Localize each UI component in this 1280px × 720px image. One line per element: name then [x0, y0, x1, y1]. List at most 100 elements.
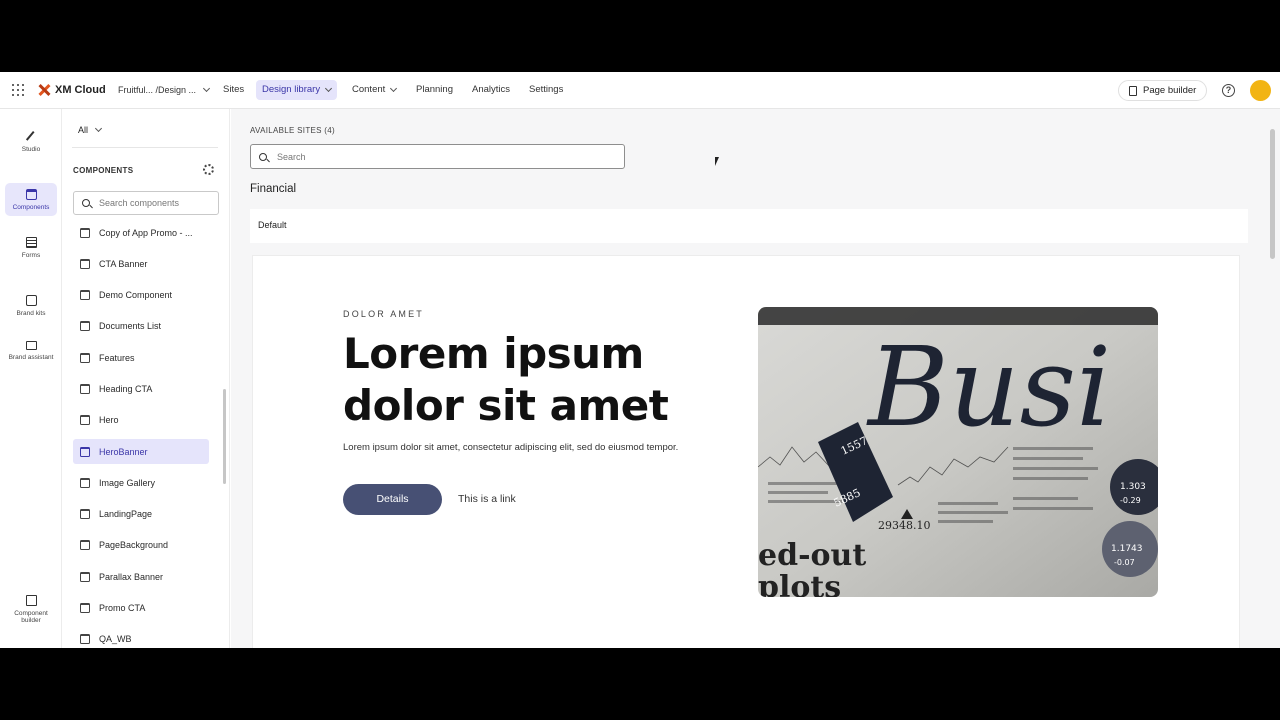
component-icon: [80, 540, 90, 551]
nav-analytics[interactable]: Analytics: [466, 80, 516, 100]
nav-planning[interactable]: Planning: [410, 80, 459, 100]
rail-forms[interactable]: Forms: [5, 237, 57, 259]
nav-settings[interactable]: Settings: [523, 80, 569, 100]
xm-logo-icon: [38, 84, 50, 96]
list-item[interactable]: LandingPage: [73, 502, 209, 527]
main-scrollbar[interactable]: [1270, 129, 1275, 259]
image-coin-1-change: -0.29: [1120, 496, 1141, 505]
briefcase-icon: [25, 295, 37, 306]
image-index: 29348.10: [878, 519, 931, 532]
component-icon: [80, 571, 90, 582]
external-link-icon: [25, 595, 37, 606]
avatar[interactable]: [1250, 80, 1271, 101]
component-icon: [80, 634, 90, 645]
components-panel: All COMPONENTS Search components Copy of…: [62, 109, 230, 648]
components-title: COMPONENTS: [73, 166, 134, 175]
list-item-label: CTA Banner: [99, 258, 148, 269]
list-item-label: Documents List: [99, 321, 162, 332]
image-masthead: Busi: [866, 323, 1111, 451]
app-name: XM Cloud: [55, 84, 106, 96]
list-item-label: Hero: [99, 415, 119, 426]
rail-studio[interactable]: Studio: [5, 131, 57, 153]
app-logo[interactable]: XM Cloud: [38, 84, 106, 96]
search-icon: [82, 199, 90, 207]
image-coin-2: 1.1743: [1111, 544, 1143, 554]
chevron-down-icon: [325, 84, 333, 93]
top-bar: XM Cloud Fruitful... /Design ... Sites D…: [0, 72, 1280, 109]
list-item[interactable]: Parallax Banner: [73, 564, 209, 589]
list-item[interactable]: QA_WB: [73, 627, 209, 648]
site-search-input[interactable]: Search: [250, 144, 625, 169]
variant-header[interactable]: Default: [250, 209, 1248, 243]
component-icon: [80, 509, 90, 520]
rail-brand-assistant[interactable]: Brand assistant: [5, 341, 57, 361]
list-item-label: Image Gallery: [99, 477, 156, 488]
rail-brand-kits[interactable]: Brand kits: [5, 295, 57, 317]
document-icon: [1129, 85, 1137, 96]
component-icon: [80, 415, 90, 426]
image-subhead-2: plots: [758, 570, 841, 597]
component-icon: [80, 258, 90, 269]
filter-label: All: [78, 125, 89, 135]
list-item[interactable]: Copy of App Promo - ...: [73, 220, 209, 245]
component-icon: [80, 352, 90, 363]
list-item[interactable]: Documents List: [73, 314, 209, 339]
list-item[interactable]: Features: [73, 345, 209, 370]
hero-headline: Lorem ipsum dolor sit amet: [343, 329, 669, 430]
details-button[interactable]: Details: [343, 484, 442, 515]
component-icon: [80, 290, 90, 301]
list-item-label: HeroBanner: [99, 446, 148, 457]
nav-content[interactable]: Content: [346, 80, 402, 100]
component-preview: DOLOR AMET Lorem ipsum dolor sit amet Lo…: [252, 255, 1240, 648]
nav-label: Analytics: [472, 84, 511, 95]
search-placeholder: Search: [277, 151, 306, 162]
app-switcher-icon[interactable]: [12, 84, 24, 96]
list-item[interactable]: PageBackground: [73, 533, 209, 558]
nav-label: Content: [352, 84, 386, 95]
list-item[interactable]: Hero: [73, 408, 209, 433]
rail-label: Brand kits: [16, 310, 46, 317]
page-builder-button[interactable]: Page builder: [1118, 80, 1208, 101]
newspaper-image: Busi 1557 5885 29348.10 1.303 -0.29 1.17…: [758, 307, 1158, 597]
rail-components[interactable]: Components: [5, 183, 57, 216]
hero-link[interactable]: This is a link: [458, 493, 516, 505]
nav-sites[interactable]: Sites: [217, 80, 250, 100]
list-item[interactable]: Promo CTA: [73, 596, 209, 621]
mouse-cursor-icon: [715, 157, 719, 166]
component-icon: [80, 383, 90, 394]
forms-icon: [25, 237, 37, 248]
rail-component-builder[interactable]: Component builder: [5, 595, 57, 624]
list-item-label: Parallax Banner: [99, 571, 164, 582]
component-icon: [80, 477, 90, 488]
app-window: XM Cloud Fruitful... /Design ... Sites D…: [0, 72, 1280, 648]
org-selector[interactable]: Fruitful... /Design ...: [118, 84, 211, 95]
rail-label: Components: [12, 204, 50, 211]
list-item[interactable]: Heading CTA: [73, 376, 209, 401]
variant-label: Default: [258, 220, 287, 230]
main-content: AVAILABLE SITES (4) Search Financial Def…: [231, 109, 1280, 648]
nav-label: Planning: [416, 84, 453, 95]
panel-scrollbar[interactable]: [223, 389, 226, 484]
list-item-label: Copy of App Promo - ...: [99, 227, 193, 238]
filter-dropdown[interactable]: All: [78, 124, 103, 135]
list-item-label: Features: [99, 352, 135, 363]
nav-design-library[interactable]: Design library: [256, 80, 338, 100]
component-icon: [80, 321, 90, 332]
search-icon: [259, 152, 267, 161]
list-item[interactable]: Demo Component: [73, 283, 209, 308]
site-title: Financial: [250, 183, 297, 195]
list-item-label: LandingPage: [99, 509, 153, 520]
help-icon[interactable]: ?: [1222, 84, 1235, 97]
component-search-input[interactable]: Search components: [73, 191, 219, 215]
list-item[interactable]: Image Gallery: [73, 470, 209, 495]
component-icon: [80, 446, 90, 457]
list-item[interactable]: CTA Banner: [73, 251, 209, 276]
rail-label: Component builder: [14, 610, 48, 624]
available-sites-label: AVAILABLE SITES (4): [250, 126, 335, 135]
list-item-selected[interactable]: HeroBanner: [73, 439, 209, 465]
gear-icon[interactable]: [203, 164, 214, 175]
chevron-down-icon: [202, 84, 211, 93]
monitor-icon: [25, 341, 37, 350]
image-coin-2-change: -0.07: [1114, 558, 1135, 567]
list-item-label: Heading CTA: [99, 383, 153, 394]
